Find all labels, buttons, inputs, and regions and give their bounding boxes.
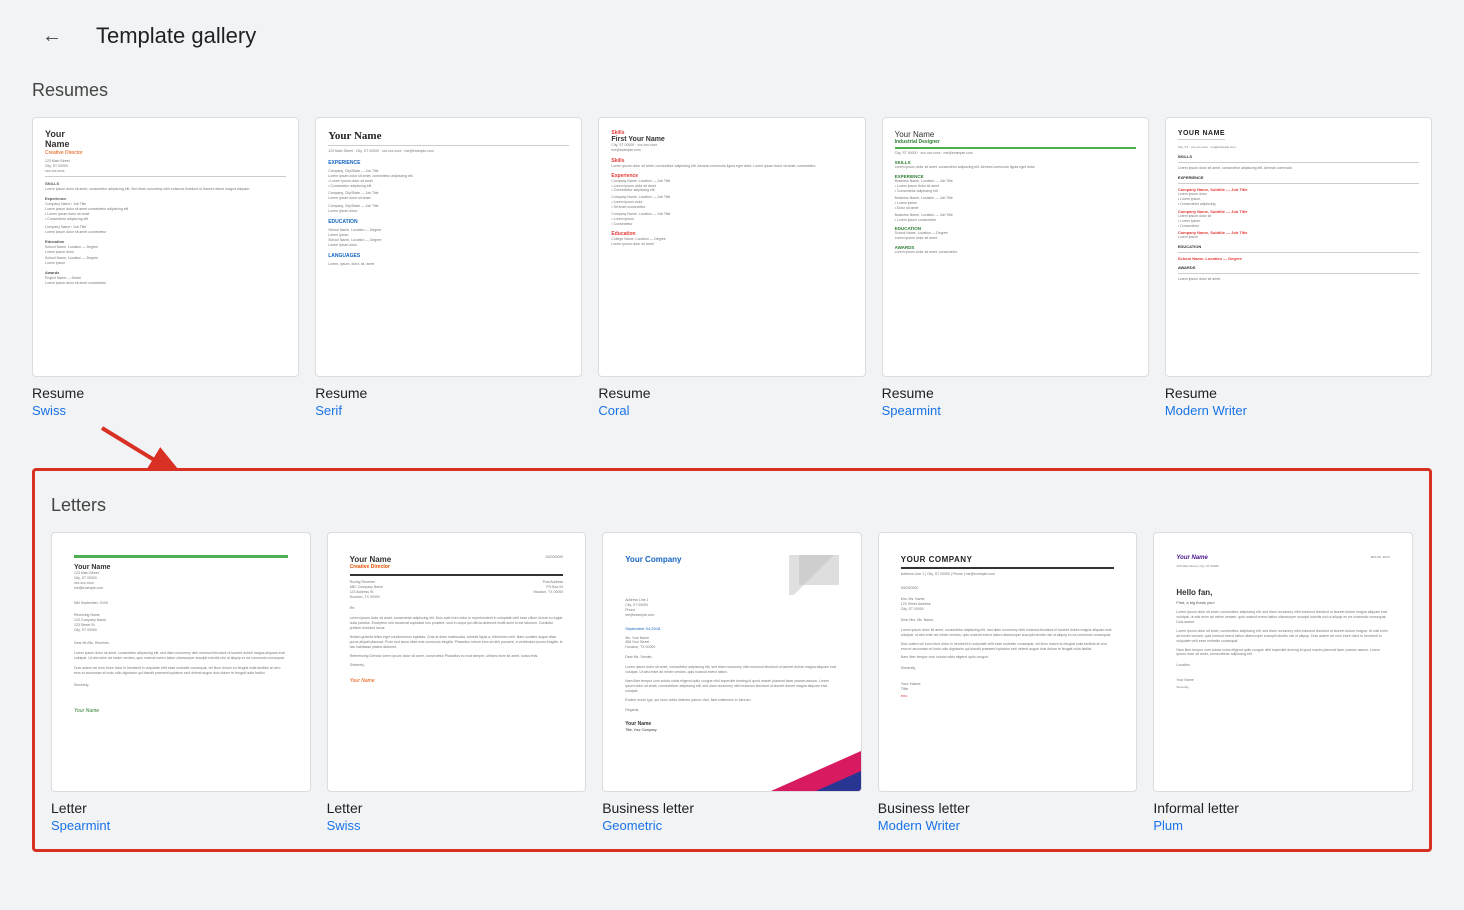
template-card-resume-coral[interactable]: Skills First Your Name City, ST 00000 · …: [598, 117, 865, 418]
template-subname-resume-modern: Modern Writer: [1165, 403, 1432, 418]
template-card-letter-spearmint[interactable]: Your Name 123 Main StreetCity, ST 00000x…: [51, 532, 311, 833]
template-name-resume-serif: Resume: [315, 385, 582, 401]
letters-section-title: Letters: [51, 495, 1413, 516]
page-title: Template gallery: [96, 23, 256, 49]
template-name-business-geo: Business letter: [602, 800, 862, 816]
template-subname-business-geo: Geometric: [602, 818, 862, 833]
template-subname-resume-serif: Serif: [315, 403, 582, 418]
template-name-resume-swiss: Resume: [32, 385, 299, 401]
page-header: ← Template gallery: [0, 0, 1464, 72]
template-name-resume-modern: Resume: [1165, 385, 1432, 401]
thumbnail-resume-modern: YOUR NAME City, ST · xxx-xxx-xxxx · me@e…: [1165, 117, 1432, 377]
template-card-business-modern[interactable]: YOUR COMPANY Address Line 1 | City, ST 0…: [878, 532, 1138, 833]
thumbnail-resume-coral: Skills First Your Name City, ST 00000 · …: [598, 117, 865, 377]
thumbnail-resume-serif: Your Name 123 Main Street · City, ST 000…: [315, 117, 582, 377]
template-subname-letter-swiss: Swiss: [327, 818, 587, 833]
template-card-resume-spearmint[interactable]: Your Name Industrial Designer City, ST 0…: [882, 117, 1149, 418]
template-name-resume-coral: Resume: [598, 385, 865, 401]
thumbnail-letter-spearmint: Your Name 123 Main StreetCity, ST 00000x…: [51, 532, 311, 792]
resumes-section-title: Resumes: [32, 80, 1432, 101]
template-card-informal-plum[interactable]: Your Name MM DD, 20XX 123 Main Street, C…: [1153, 532, 1413, 833]
thumbnail-resume-swiss: YourName Creative Director 123 Main Stre…: [32, 117, 299, 377]
template-card-resume-modern[interactable]: YOUR NAME City, ST · xxx-xxx-xxxx · me@e…: [1165, 117, 1432, 418]
template-card-letter-swiss[interactable]: Your Name Creative Director 00/00/0000 R…: [327, 532, 587, 833]
template-card-resume-swiss[interactable]: YourName Creative Director 123 Main Stre…: [32, 117, 299, 418]
template-subname-informal-plum: Plum: [1153, 818, 1413, 833]
letters-grid: Your Name 123 Main StreetCity, ST 00000x…: [51, 532, 1413, 833]
thumbnail-business-modern: YOUR COMPANY Address Line 1 | City, ST 0…: [878, 532, 1138, 792]
thumbnail-business-geo: Your Company Address Line 1City, ST 0000…: [602, 532, 862, 792]
template-card-resume-serif[interactable]: Your Name 123 Main Street · City, ST 000…: [315, 117, 582, 418]
template-subname-resume-coral: Coral: [598, 403, 865, 418]
template-subname-business-modern: Modern Writer: [878, 818, 1138, 833]
letters-section: Letters Your Name 123 Main StreetCity, S…: [32, 468, 1432, 852]
thumbnail-letter-swiss: Your Name Creative Director 00/00/0000 R…: [327, 532, 587, 792]
template-name-informal-plum: Informal letter: [1153, 800, 1413, 816]
template-subname-resume-spearmint: Spearmint: [882, 403, 1149, 418]
template-subname-resume-swiss: Swiss: [32, 403, 299, 418]
main-content: Resumes YourName Creative Director 123 M…: [0, 80, 1464, 884]
template-name-business-modern: Business letter: [878, 800, 1138, 816]
template-name-letter-spearmint: Letter: [51, 800, 311, 816]
resumes-grid: YourName Creative Director 123 Main Stre…: [32, 117, 1432, 418]
resumes-section: Resumes YourName Creative Director 123 M…: [32, 80, 1432, 418]
back-button[interactable]: ←: [32, 16, 72, 56]
template-name-letter-swiss: Letter: [327, 800, 587, 816]
thumbnail-resume-spearmint: Your Name Industrial Designer City, ST 0…: [882, 117, 1149, 377]
template-subname-letter-spearmint: Spearmint: [51, 818, 311, 833]
thumbnail-informal-plum: Your Name MM DD, 20XX 123 Main Street, C…: [1153, 532, 1413, 792]
template-card-business-geo[interactable]: Your Company Address Line 1City, ST 0000…: [602, 532, 862, 833]
template-name-resume-spearmint: Resume: [882, 385, 1149, 401]
